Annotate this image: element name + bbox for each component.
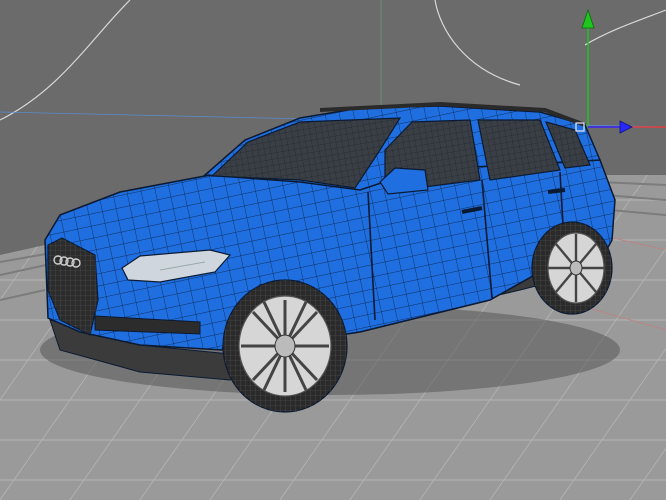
3d-viewport[interactable]	[0, 0, 666, 500]
rear-wheel	[531, 221, 613, 315]
viewport-canvas[interactable]	[0, 0, 666, 500]
front-wheel	[222, 279, 348, 413]
